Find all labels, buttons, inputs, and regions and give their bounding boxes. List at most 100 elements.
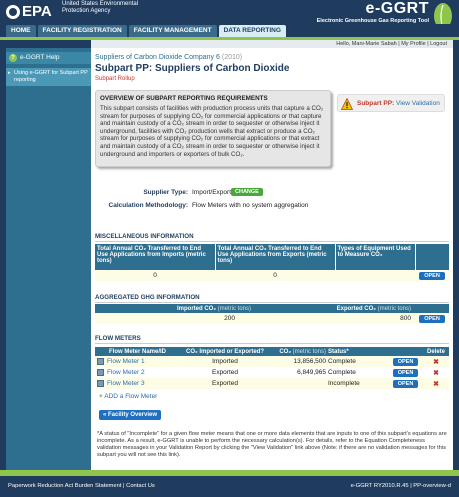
imported-value: 200 <box>95 313 255 324</box>
flow-header-status: Status* <box>328 347 388 356</box>
misc-exports-value: 0 <box>215 270 335 281</box>
footer-links[interactable]: Paperwork Reduction Act Burden Statement… <box>8 483 155 489</box>
flow-row-open-cell: OPEN <box>388 367 423 378</box>
flow-open-button[interactable]: OPEN <box>392 379 419 388</box>
epa-logo-text: EPA <box>22 3 52 20</box>
flow-open-button[interactable]: OPEN <box>392 368 419 377</box>
calc-method-value: Flow Meters with no system aggregation <box>192 202 309 209</box>
flow-row-name: Flow Meter 1 <box>95 356 180 367</box>
flow-row-status: Complete <box>328 369 356 376</box>
site-footer: Paperwork Reduction Act Burden Statement… <box>0 476 459 497</box>
footer-version: e-GGRT RY2010.R.45 | PP-overview-d <box>350 483 451 489</box>
flow-meter-icon <box>97 368 104 376</box>
help-icon: ? <box>9 54 17 62</box>
flow-row-co2 <box>270 378 328 389</box>
flow-meter-icon <box>97 357 104 365</box>
imported-header-label: Imported CO₂ <box>176 305 216 312</box>
flow-row-delete-cell: ✖ <box>423 356 449 367</box>
flow-header-delete: Delete <box>423 347 449 356</box>
supplier-type-label: Supplier Type: <box>143 189 188 196</box>
tab-facility-registration[interactable]: FACILITY REGISTRATION <box>37 25 127 37</box>
validation-prefix: Subpart PP: <box>357 100 395 107</box>
misc-header-action <box>414 244 449 270</box>
flow-header-impexp: CO₂ Imported or Exported? <box>180 347 270 356</box>
warning-icon <box>341 98 353 110</box>
delete-icon[interactable]: ✖ <box>433 359 439 366</box>
flow-header-open <box>388 347 423 356</box>
flow-header-name: Flow Meter Name/ID <box>95 347 180 356</box>
supplier-info: Supplier Type: Import/Export CHANGE Calc… <box>95 188 449 217</box>
reporting-year: (2010) <box>221 54 243 61</box>
tab-data-reporting[interactable]: DATA REPORTING <box>218 25 286 37</box>
overview-panel: OVERVIEW OF SUBPART REPORTING REQUIREMEN… <box>95 90 331 167</box>
misc-open-button[interactable]: OPEN <box>419 271 445 280</box>
validation-box: Subpart PP: View Validation <box>337 94 445 112</box>
flow-row-delete-cell: ✖ <box>423 378 449 389</box>
flow-meter-link[interactable]: Flow Meter 2 <box>107 369 145 376</box>
flow-row-status: Complete <box>328 356 388 367</box>
main-nav: HOME FACILITY REGISTRATION FACILITY MANA… <box>0 24 459 37</box>
exported-header: Exported CO₂ (metric tons) <box>255 304 415 313</box>
delete-icon[interactable]: ✖ <box>433 381 439 388</box>
exported-header-label: Exported CO₂ <box>336 305 376 312</box>
change-button[interactable]: CHANGE <box>231 188 263 196</box>
flow-header-co2: CO₂ (metric tons) <box>270 347 328 356</box>
aggregated-section-title: AGGREGATED GHG INFORMATION <box>95 294 200 301</box>
flow-row-open-cell: OPEN <box>388 356 423 367</box>
flow-row-delete-cell: ✖ <box>423 367 449 378</box>
tab-home[interactable]: HOME <box>6 25 36 37</box>
epa-flower-icon <box>6 4 20 19</box>
page-title: Subpart PP: Suppliers of Carbon Dioxide <box>95 63 290 74</box>
misc-header-exports: Total Annual CO₂ Transferred to End Use … <box>214 244 335 270</box>
imported-unit: (metric tons) <box>217 305 251 312</box>
misc-open-cell: OPEN <box>415 270 449 281</box>
flow-header-status-label: Status <box>328 348 347 355</box>
validation-text: Subpart PP: View Validation <box>357 100 440 107</box>
sidebar: ? e-GGRT Help Using e-GGRT for Subpart P… <box>6 48 91 470</box>
main-content: Suppliers of Carbon Dioxide Company 6 (2… <box>91 48 453 470</box>
aggregated-open-button[interactable]: OPEN <box>419 314 445 323</box>
flow-open-button[interactable]: OPEN <box>392 357 419 366</box>
sidebar-help-link[interactable]: Using e-GGRT for Subpart PP reporting <box>6 68 91 86</box>
flow-header-status-mark: * <box>346 348 349 355</box>
agency-name: United States Environmental Protection A… <box>62 1 139 14</box>
company-name: Suppliers of Carbon Dioxide Company 6 (2… <box>95 54 242 61</box>
flow-row-impexp: Exported <box>211 369 239 376</box>
add-flow-meter-link[interactable]: + ADD a Flow Meter <box>99 393 157 400</box>
table-row: Flow Meter 1 Imported 13,856,500 Complet… <box>95 356 449 367</box>
user-bar[interactable]: Hello, Mani-Marie Sabah | My Profile | L… <box>91 40 453 48</box>
misc-imports-value: 0 <box>95 270 215 281</box>
delete-icon[interactable]: ✖ <box>433 370 439 377</box>
sidebar-help[interactable]: ? e-GGRT Help <box>6 52 91 64</box>
view-validation-link[interactable]: View Validation <box>396 100 440 107</box>
flow-header-co2-unit: (metric tons) <box>292 348 326 355</box>
epa-logo[interactable]: EPA <box>6 3 52 20</box>
misc-divider <box>95 241 449 242</box>
table-row: Flow Meter 3 Exported Incomplete OPEN ✖ <box>95 378 449 389</box>
overview-title: OVERVIEW OF SUBPART REPORTING REQUIREMEN… <box>100 95 268 102</box>
flow-divider <box>95 343 449 344</box>
supplier-type-value: Import/Export <box>192 189 232 196</box>
flow-row-co2: 13,856,500 <box>270 356 328 367</box>
sidebar-help-label: e-GGRT Help <box>20 54 60 61</box>
flow-meter-link[interactable]: Flow Meter 1 <box>107 358 145 365</box>
flow-meter-link[interactable]: Flow Meter 3 <box>107 380 145 387</box>
flow-row-status: Incomplete <box>328 378 388 389</box>
misc-equipment-value <box>335 270 415 281</box>
flow-row-name: Flow Meter 3 <box>95 378 180 389</box>
add-icon: + <box>99 393 103 400</box>
supplier-type-row: Supplier Type: Import/Export CHANGE <box>95 188 449 199</box>
app-title: e-GGRT <box>365 0 429 17</box>
facility-overview-button[interactable]: « Facility Overview <box>99 410 162 420</box>
misc-table: Total Annual CO₂ Transferred to End Use … <box>95 244 449 281</box>
tab-facility-management[interactable]: FACILITY MANAGEMENT <box>128 25 217 37</box>
misc-header-imports: Total Annual CO₂ Transferred to End Use … <box>95 244 215 270</box>
aggregated-header-action <box>415 304 449 313</box>
flow-row-name: Flow Meter 2 <box>95 367 180 378</box>
exported-value: 800 <box>255 313 415 324</box>
aggregated-open-cell: OPEN <box>415 313 449 324</box>
flow-row-impexp: Imported <box>180 356 270 367</box>
site-header: EPA United States Environmental Protecti… <box>0 0 459 30</box>
flow-header-co2-label: CO₂ <box>279 348 291 355</box>
aggregated-table: Imported CO₂ (metric tons) Exported CO₂ … <box>95 304 449 324</box>
